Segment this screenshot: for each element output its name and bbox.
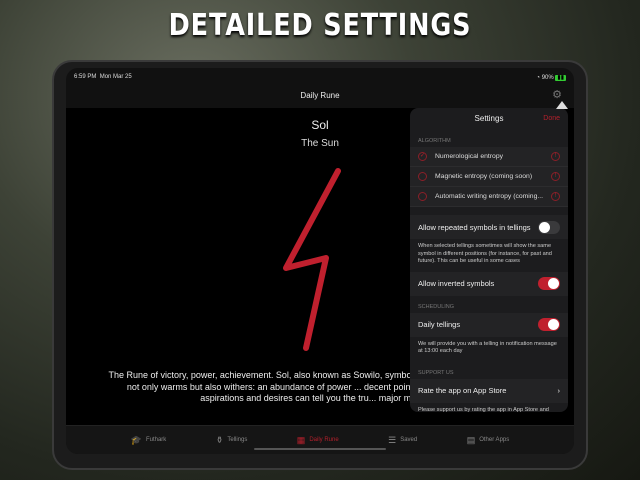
section-support: SUPPORT US — [418, 369, 454, 376]
repeated-toggle[interactable] — [538, 220, 560, 234]
wifi-icon: ◔ — [536, 75, 541, 81]
algorithm-option[interactable]: Magnetic entropy (coming soon)! — [410, 167, 568, 187]
rate-label: Rate the app on App Store — [418, 386, 507, 395]
daily-note: We will provide you with a telling in no… — [418, 340, 557, 355]
tab-label: Other Apps — [479, 437, 510, 443]
algorithm-option[interactable]: ✓ Numerological entropy! — [410, 147, 568, 167]
repeated-label: Allow repeated symbols in tellings — [418, 222, 531, 232]
checkmark-icon: ✓ — [418, 152, 427, 161]
tab-label: Daily Rune — [309, 437, 339, 443]
repeated-note: When selected tellings sometimes will sh… — [418, 243, 552, 264]
apps-icon: ▤ — [466, 434, 476, 445]
option-label: Numerological entropy — [435, 153, 504, 160]
option-label: Automatic writing entropy (coming... — [435, 193, 544, 200]
settings-popover: Settings Done ALGORITHM ✓ Numerological en… — [410, 108, 568, 412]
tab-saved[interactable]: ☰ Saved — [388, 435, 417, 446]
status-date: Mon Mar 25 — [99, 74, 132, 80]
calendar-icon: ▦ — [296, 434, 306, 445]
section-scheduling: SCHEDULING — [418, 303, 455, 310]
tab-other-apps[interactable]: ▤ Other Apps — [467, 435, 510, 446]
gear-icon[interactable]: ⚙ — [552, 88, 562, 101]
rate-note: Please support us by rating the app in A… — [418, 406, 549, 413]
radio-icon — [418, 192, 427, 201]
tab-label: Tellings — [227, 437, 248, 443]
battery-percent: 90% — [541, 75, 554, 81]
settings-title: Settings — [474, 114, 504, 123]
radio-icon — [418, 172, 427, 181]
headline: DETAILED SETTINGS — [168, 8, 472, 43]
rate-app-row[interactable]: Rate the app on App Store › — [410, 379, 568, 403]
battery-icon: ▮▮ — [555, 75, 566, 81]
list-icon: ☰ — [388, 434, 397, 445]
status-time: 6:59 PM — [74, 74, 97, 80]
tab-label: Saved — [400, 437, 418, 443]
sol-rune-icon — [283, 168, 341, 351]
chevron-right-icon: › — [557, 386, 561, 395]
info-icon[interactable]: ! — [551, 172, 560, 181]
tab-label: Futhark — [145, 437, 167, 443]
tab-daily-rune[interactable]: ▦ Daily Rune — [297, 435, 339, 446]
daily-toggle[interactable] — [538, 318, 560, 331]
popover-arrow — [556, 101, 568, 109]
home-indicator — [254, 448, 386, 450]
option-label: Magnetic entropy (coming soon) — [435, 173, 533, 180]
tab-tellings[interactable]: ⚱ Tellings — [216, 435, 248, 446]
section-algorithm: ALGORITHM — [418, 138, 451, 144]
tab-futhark[interactable]: 🎓 Futhark — [131, 435, 167, 446]
info-icon[interactable]: ! — [551, 152, 560, 161]
inverted-toggle[interactable] — [538, 277, 560, 290]
done-button[interactable]: Done — [543, 108, 560, 130]
algorithm-option[interactable]: Automatic writing entropy (coming...! — [410, 187, 568, 207]
nav-title: Daily Rune — [300, 91, 340, 100]
info-icon[interactable]: ! — [551, 192, 560, 201]
daily-label: Daily tellings — [418, 320, 461, 329]
inverted-label: Allow inverted symbols — [418, 279, 495, 288]
urn-icon: ⚱ — [215, 434, 224, 445]
cap-icon: 🎓 — [130, 434, 142, 445]
status-bar: 6:59 PM Mon Mar 25 ◔ 90% ▮▮ — [74, 74, 566, 81]
